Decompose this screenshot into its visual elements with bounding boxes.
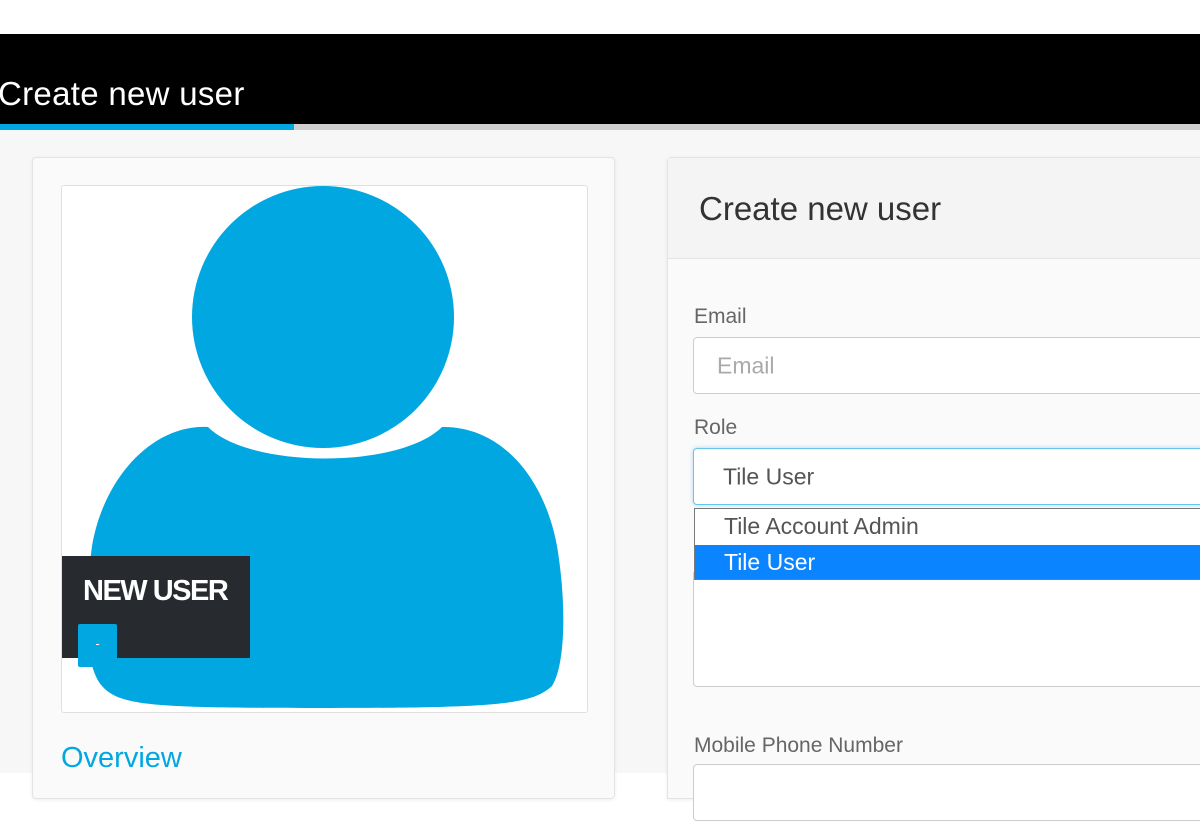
notes-textarea[interactable]: [693, 570, 1200, 687]
user-name-plate: NEW USER -: [62, 556, 250, 667]
avatar: NEW USER -: [61, 185, 588, 713]
role-option-account-admin[interactable]: Tile Account Admin: [695, 509, 1200, 544]
form-title: Create new user: [699, 190, 942, 227]
role-dropdown-list[interactable]: Tile Account Admin Tile User: [694, 508, 1200, 580]
page-header: Create new user: [0, 34, 1200, 124]
profile-card: NEW USER - Overview: [32, 157, 615, 799]
overview-link[interactable]: Overview: [61, 742, 182, 775]
role-select[interactable]: Tile User: [693, 448, 1200, 505]
role-label: Role: [694, 416, 738, 439]
create-user-form: Create new user Email Email Role Tile Us…: [667, 157, 1200, 821]
user-name: NEW USER: [83, 575, 229, 607]
email-placeholder: Email: [717, 352, 775, 378]
email-label: Email: [694, 305, 747, 328]
mobile-label: Mobile Phone Number: [694, 734, 903, 757]
status-badge[interactable]: -: [78, 624, 117, 667]
page-title: Create new user: [0, 75, 245, 112]
form-header: Create new user: [668, 158, 1200, 259]
role-option-tile-user[interactable]: Tile User: [695, 545, 1200, 579]
email-field[interactable]: Email: [693, 337, 1200, 394]
role-selected-value: Tile User: [723, 463, 815, 489]
